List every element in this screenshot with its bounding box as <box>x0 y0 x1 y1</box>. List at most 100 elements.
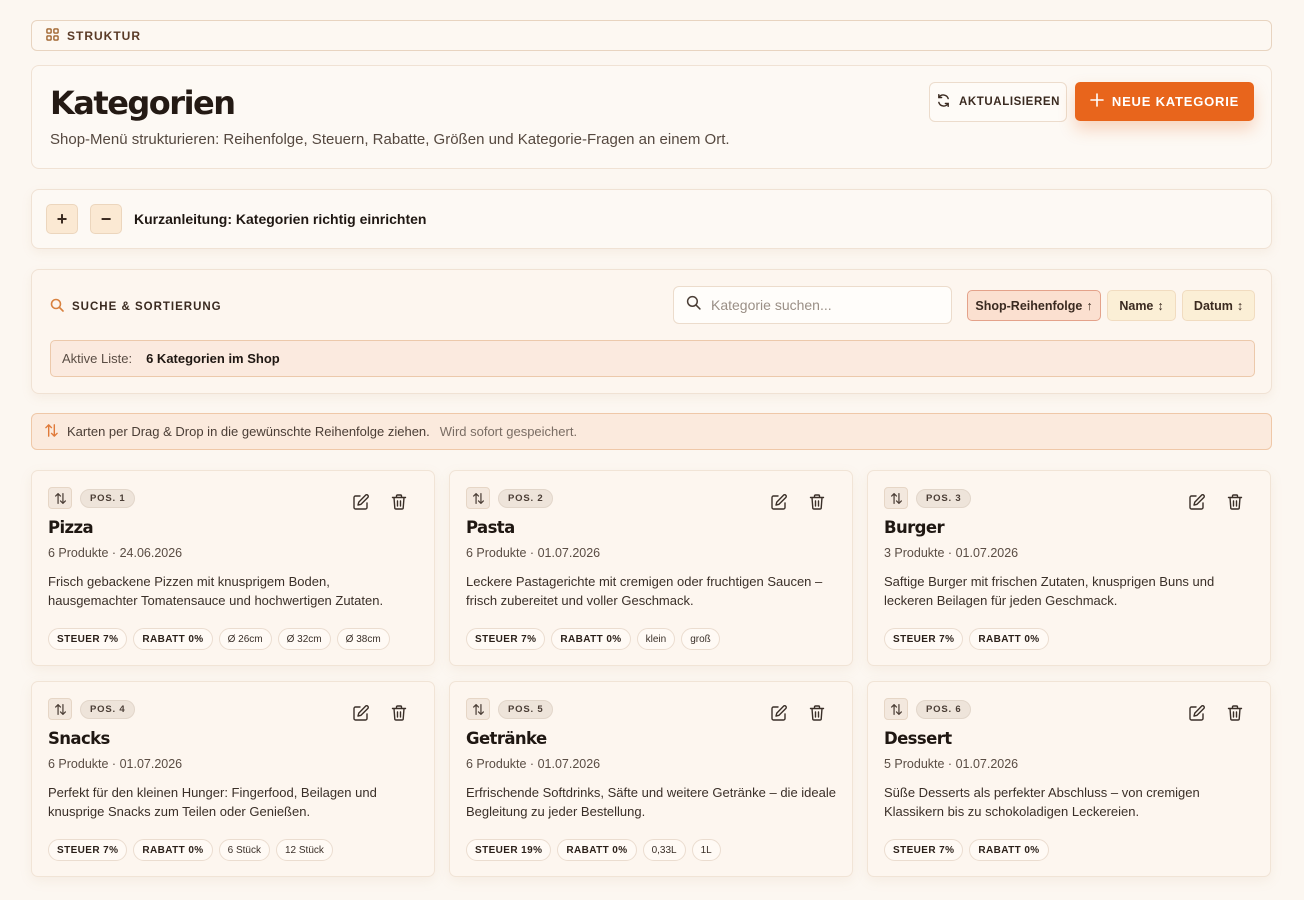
page-subtitle: Shop-Menü strukturieren: Reihenfolge, St… <box>50 131 730 148</box>
position-badge: POS. 3 <box>916 488 972 508</box>
category-card[interactable]: POS. 2 Pasta 6 Produkte · 01.07.2026 Lec… <box>449 470 853 666</box>
sort-label: Datum <box>1193 298 1233 313</box>
drag-handle-icon[interactable] <box>48 487 72 509</box>
drag-handle-icon[interactable] <box>48 698 72 720</box>
drag-handle-icon[interactable] <box>466 698 490 720</box>
discount-badge: RABATT 0% <box>551 628 631 650</box>
tag-list: STEUER 7% RABATT 0% <box>884 628 1049 650</box>
category-grid: POS. 1 Pizza 6 Produkte · 24.06.2026 Fri… <box>31 470 1272 877</box>
category-description: Erfrischende Softdrinks, Säfte und weite… <box>466 785 836 819</box>
discount-badge: RABATT 0% <box>557 839 637 861</box>
new-category-label: NEUE KATEGORIE <box>1111 94 1240 109</box>
drag-hint-text: Karten per Drag & Drop in die gewünschte… <box>67 424 430 439</box>
active-list-value: 6 Kategorien im Shop <box>146 351 280 366</box>
size-badge: 0,33L <box>642 839 686 861</box>
size-badge: groß <box>681 628 720 650</box>
category-name: Getränke <box>466 729 547 748</box>
category-card[interactable]: POS. 5 Getränke 6 Produkte · 01.07.2026 … <box>449 681 853 877</box>
size-badge: 12 Stück <box>275 839 333 861</box>
position-badge: POS. 5 <box>498 699 554 719</box>
search-sort-heading: SUCHE & SORTIERUNG <box>50 298 222 315</box>
reorder-icon <box>44 423 59 441</box>
expand-button[interactable]: + <box>46 204 78 234</box>
collapse-button[interactable]: − <box>90 204 122 234</box>
discount-badge: RABATT 0% <box>969 628 1049 650</box>
size-badge: Ø 26cm <box>218 628 272 650</box>
category-meta: 3 Produkte · 01.07.2026 <box>884 546 1019 560</box>
tax-badge: STEUER 7% <box>48 628 128 650</box>
refresh-button[interactable]: AKTUALISIEREN <box>929 82 1067 122</box>
position-badge: POS. 6 <box>916 699 972 719</box>
search-input[interactable] <box>711 297 931 313</box>
category-meta: 6 Produkte · 01.07.2026 <box>466 757 601 771</box>
search-sort-label: SUCHE & SORTIERUNG <box>72 300 222 313</box>
drag-handle-icon[interactable] <box>884 487 908 509</box>
category-name: Pizza <box>48 518 94 537</box>
tag-list: STEUER 7% RABATT 0% Ø 26cm Ø 32cm Ø 38cm <box>48 628 390 650</box>
edit-icon[interactable] <box>1188 493 1206 511</box>
sort-both-icon: ↕ <box>1157 298 1164 313</box>
size-badge: 6 Stück <box>218 839 270 861</box>
position-badge: POS. 2 <box>498 488 554 508</box>
refresh-button-label: AKTUALISIEREN <box>958 96 1061 108</box>
trash-icon[interactable] <box>390 704 408 722</box>
discount-badge: RABATT 0% <box>969 839 1049 861</box>
tax-badge: STEUER 7% <box>48 839 128 861</box>
sort-date-button[interactable]: Datum ↕ <box>1182 290 1255 321</box>
page-header: Kategorien Shop-Menü strukturieren: Reih… <box>31 65 1272 169</box>
edit-icon[interactable] <box>770 704 788 722</box>
discount-badge: RABATT 0% <box>133 839 213 861</box>
position-badge: POS. 4 <box>80 699 136 719</box>
search-icon <box>686 295 701 315</box>
search-sort-panel: SUCHE & SORTIERUNG Shop-Reihenfolge ↑ Na… <box>31 269 1272 394</box>
tax-badge: STEUER 7% <box>884 839 964 861</box>
page: STRUKTUR Kategorien Shop-Menü strukturie… <box>31 20 1272 877</box>
tag-list: STEUER 19% RABATT 0% 0,33L 1L <box>466 839 721 861</box>
tax-badge: STEUER 7% <box>466 628 546 650</box>
category-name: Pasta <box>466 518 515 537</box>
plus-icon <box>1090 93 1104 110</box>
search-icon <box>50 298 64 315</box>
category-name: Snacks <box>48 729 110 748</box>
page-title: Kategorien <box>50 84 236 122</box>
edit-icon[interactable] <box>1188 704 1206 722</box>
trash-icon[interactable] <box>1226 704 1244 722</box>
sort-label: Name <box>1119 298 1154 313</box>
edit-icon[interactable] <box>352 493 370 511</box>
size-badge: Ø 32cm <box>277 628 331 650</box>
breadcrumb[interactable]: STRUKTUR <box>31 20 1272 51</box>
drag-handle-icon[interactable] <box>884 698 908 720</box>
trash-icon[interactable] <box>390 493 408 511</box>
category-card[interactable]: POS. 1 Pizza 6 Produkte · 24.06.2026 Fri… <box>31 470 435 666</box>
sort-shop-order-button[interactable]: Shop-Reihenfolge ↑ <box>967 290 1101 321</box>
tag-list: STEUER 7% RABATT 0% 6 Stück 12 Stück <box>48 839 333 861</box>
quick-guide-title[interactable]: Kurzanleitung: Kategorien richtig einric… <box>134 211 426 227</box>
tag-list: STEUER 7% RABATT 0% klein groß <box>466 628 720 650</box>
breadcrumb-label: STRUKTUR <box>67 28 141 43</box>
drag-drop-hint: Karten per Drag & Drop in die gewünschte… <box>31 413 1272 450</box>
edit-icon[interactable] <box>352 704 370 722</box>
discount-badge: RABATT 0% <box>133 628 213 650</box>
category-name: Burger <box>884 518 945 537</box>
new-category-button[interactable]: NEUE KATEGORIE <box>1075 82 1254 121</box>
edit-icon[interactable] <box>770 493 788 511</box>
tax-badge: STEUER 7% <box>884 628 964 650</box>
category-description: Perfekt für den kleinen Hunger: Fingerfo… <box>48 785 377 819</box>
search-field[interactable] <box>673 286 952 324</box>
sort-both-icon: ↕ <box>1236 298 1244 313</box>
category-description: Leckere Pastagerichte mit cremigen oder … <box>466 574 823 608</box>
trash-icon[interactable] <box>1226 493 1244 511</box>
refresh-icon <box>936 93 951 111</box>
active-list-key: Aktive Liste: <box>62 351 133 366</box>
category-card[interactable]: POS. 6 Dessert 5 Produkte · 01.07.2026 S… <box>867 681 1271 877</box>
tax-badge: STEUER 19% <box>466 839 552 861</box>
category-card[interactable]: POS. 4 Snacks 6 Produkte · 01.07.2026 Pe… <box>31 681 435 877</box>
size-badge: Ø 38cm <box>336 628 390 650</box>
sort-label: Shop-Reihenfolge <box>975 298 1083 313</box>
category-meta: 6 Produkte · 24.06.2026 <box>48 546 183 560</box>
category-card[interactable]: POS. 3 Burger 3 Produkte · 01.07.2026 Sa… <box>867 470 1271 666</box>
drag-handle-icon[interactable] <box>466 487 490 509</box>
sort-name-button[interactable]: Name ↕ <box>1107 290 1176 321</box>
trash-icon[interactable] <box>808 704 826 722</box>
trash-icon[interactable] <box>808 493 826 511</box>
